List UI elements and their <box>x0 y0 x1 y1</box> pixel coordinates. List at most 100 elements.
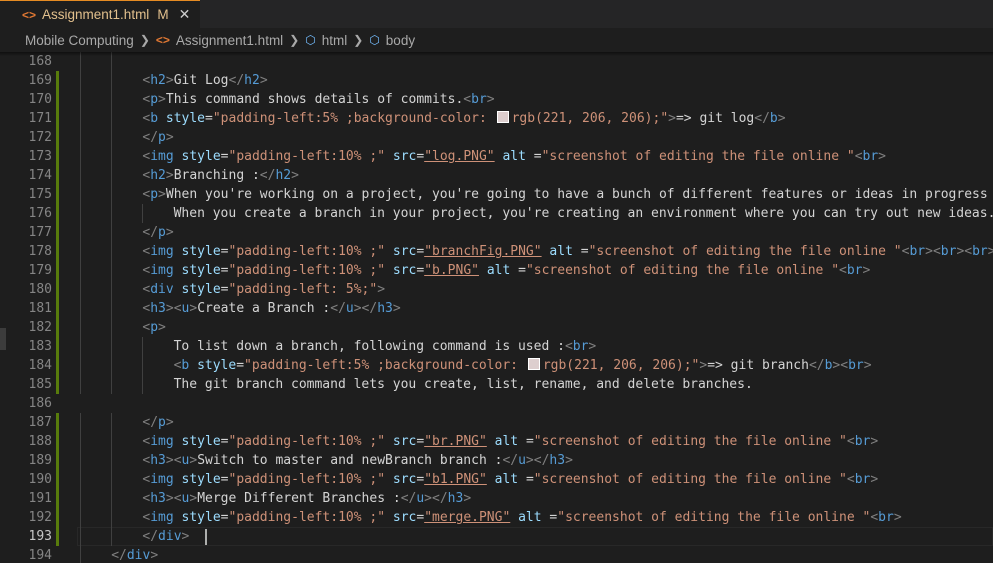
modified-badge: M <box>157 7 169 22</box>
code-text: </p> <box>142 225 174 240</box>
code-line[interactable]: 176 When you create a branch in your proj… <box>0 204 993 223</box>
breadcrumb-file[interactable]: Assignment1.html <box>176 33 283 48</box>
close-icon[interactable]: ✕ <box>179 6 191 23</box>
git-added-marker <box>56 299 59 318</box>
code-text: <h2>Branching :</h2> <box>142 168 299 183</box>
code-text: To list down a branch, following command… <box>173 339 597 354</box>
code-text: <img style="padding-left:10% ;" src="br.… <box>142 434 879 449</box>
code-line[interactable]: 173 <img style="padding-left:10% ;" src="… <box>0 147 993 166</box>
code-line[interactable]: 190 <img style="padding-left:10% ;" src="… <box>0 470 993 489</box>
code-line[interactable]: 174 <h2>Branching :</h2> <box>0 166 993 185</box>
git-added-marker <box>56 432 59 451</box>
code-line[interactable]: 177 </p> <box>0 223 993 242</box>
code-text: <b style="padding-left:5% ;background-co… <box>173 358 872 373</box>
code-line[interactable]: 172 </p> <box>0 128 993 147</box>
git-added-marker <box>56 356 59 375</box>
git-added-marker <box>56 375 59 394</box>
code-line[interactable]: 182 <p> <box>0 318 993 337</box>
breadcrumb-body[interactable]: body <box>386 33 415 48</box>
code-line[interactable]: 181 <h3><u>Create a Branch :</u></h3> <box>0 299 993 318</box>
line-number: 190 <box>28 472 52 487</box>
line-number: 174 <box>28 168 52 183</box>
code-text: <img style="padding-left:10% ;" src="b.P… <box>142 263 871 278</box>
line-number: 189 <box>28 453 52 468</box>
git-added-marker <box>56 185 59 204</box>
line-number: 180 <box>28 282 52 297</box>
git-added-marker <box>56 109 59 128</box>
code-line[interactable]: 186 <box>0 394 993 413</box>
git-added-marker <box>56 451 59 470</box>
code-text: <img style="padding-left:10% ;" src="mer… <box>142 510 902 525</box>
chevron-right-icon: ❯ <box>289 33 300 47</box>
line-number: 173 <box>28 149 52 164</box>
code-line[interactable]: 193 </div> <box>0 527 993 546</box>
line-number: 179 <box>28 263 52 278</box>
code-text: When you create a branch in your project… <box>173 206 993 221</box>
breadcrumb-folder[interactable]: Mobile Computing <box>25 33 134 48</box>
line-number: 181 <box>28 301 52 316</box>
code-text: <b style="padding-left:5% ;background-co… <box>142 111 786 126</box>
line-number: 176 <box>28 206 52 221</box>
code-text: </p> <box>142 415 174 430</box>
color-swatch[interactable] <box>527 358 540 370</box>
code-line[interactable]: 187 </p> <box>0 413 993 432</box>
text-cursor <box>205 528 208 545</box>
code-line[interactable]: 175 <p>When you're working on a project, … <box>0 185 993 204</box>
line-number: 192 <box>28 510 52 525</box>
git-added-marker <box>56 508 59 527</box>
code-line[interactable]: 180 <div style="padding-left: 5%;"> <box>0 280 993 299</box>
code-line[interactable]: 184 <b style="padding-left:5% ;background… <box>0 356 993 375</box>
line-number: 185 <box>28 377 52 392</box>
line-number: 187 <box>28 415 52 430</box>
code-line[interactable]: 189 <h3><u>Switch to master and newBranch… <box>0 451 993 470</box>
code-text: <h2>Git Log</h2> <box>142 73 268 88</box>
git-added-marker <box>56 470 59 489</box>
line-number: 183 <box>28 339 52 354</box>
code-line[interactable]: 188 <img style="padding-left:10% ;" src="… <box>0 432 993 451</box>
code-line[interactable]: 170 <p>This command shows details of comm… <box>0 90 993 109</box>
line-number: 188 <box>28 434 52 449</box>
git-added-marker <box>56 280 59 299</box>
breadcrumb-html[interactable]: html <box>322 33 348 48</box>
code-line[interactable]: 191 <h3><u>Merge Different Branches :</u>… <box>0 489 993 508</box>
git-added-marker <box>56 166 59 185</box>
git-added-marker <box>56 147 59 166</box>
line-number: 170 <box>28 92 52 107</box>
line-number: 186 <box>28 396 52 411</box>
code-text: </div> <box>142 527 208 546</box>
git-added-marker <box>56 242 59 261</box>
code-line[interactable]: 194 </div> <box>0 546 993 563</box>
code-text: <h3><u>Merge Different Branches :</u></h… <box>142 491 472 506</box>
tab-title: Assignment1.html <box>42 7 150 22</box>
code-line[interactable]: 183 To list down a branch, following comm… <box>0 337 993 356</box>
color-swatch[interactable] <box>496 111 509 123</box>
code-line[interactable]: 178 <img style="padding-left:10% ;" src="… <box>0 242 993 261</box>
line-number: 172 <box>28 130 52 145</box>
code-lines: 168 169 <h2>Git Log</h2> 170 <p>This command… <box>0 52 993 563</box>
breadcrumb: Mobile Computing ❯ <> Assignment1.html ❯… <box>0 28 993 52</box>
code-line[interactable]: 192 <img style="padding-left:10% ;" src="… <box>0 508 993 527</box>
chevron-right-icon: ❯ <box>139 33 150 47</box>
line-number: 193 <box>28 529 52 544</box>
element-cube-icon: ⬡ <box>369 33 380 47</box>
code-editor[interactable]: 168 169 <h2>Git Log</h2> 170 <p>This command… <box>0 52 993 563</box>
code-text: The git branch command lets you create, … <box>173 377 753 392</box>
element-cube-icon: ⬡ <box>305 33 316 47</box>
code-text: <img style="padding-left:10% ;" src="bra… <box>142 244 993 259</box>
code-line[interactable]: 179 <img style="padding-left:10% ;" src="… <box>0 261 993 280</box>
line-number: 182 <box>28 320 52 335</box>
git-added-marker <box>56 337 59 356</box>
line-number: 178 <box>28 244 52 259</box>
git-added-marker <box>56 223 59 242</box>
tab-assignment1[interactable]: <> Assignment1.html M ✕ <box>0 0 201 28</box>
git-added-marker <box>56 204 59 223</box>
git-added-marker <box>56 527 59 546</box>
git-added-marker <box>56 71 59 90</box>
line-number: 184 <box>28 358 52 373</box>
git-added-marker <box>56 90 59 109</box>
code-line[interactable]: 169 <h2>Git Log</h2> <box>0 71 993 90</box>
html-file-icon: <> <box>22 7 37 22</box>
code-line[interactable]: 171 <b style="padding-left:5% ;background… <box>0 109 993 128</box>
code-line[interactable]: 185 The git branch command lets you creat… <box>0 375 993 394</box>
line-number: 191 <box>28 491 52 506</box>
